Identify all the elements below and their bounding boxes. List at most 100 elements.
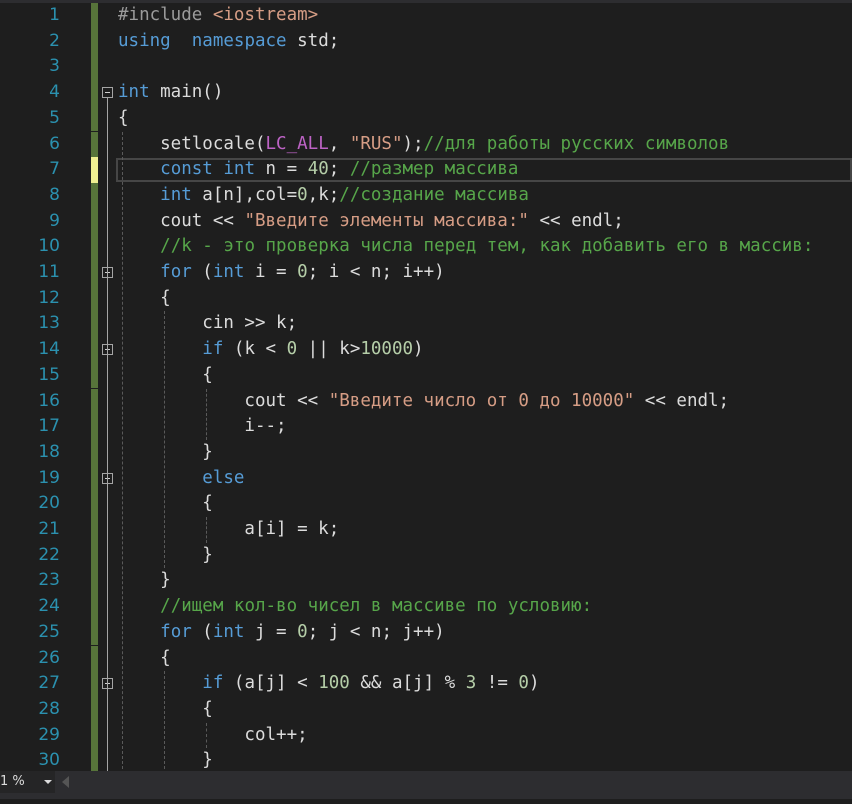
code-line[interactable]: 16 cout << "Введите число от 0 до 10000"…	[0, 388, 852, 415]
code-text: else	[118, 466, 244, 492]
number-token: 0	[297, 184, 308, 205]
code-token: (	[191, 262, 213, 282]
zoom-level-dropdown[interactable]: 1 %	[0, 771, 55, 793]
line-number: 10	[38, 236, 60, 257]
code-text: a[i] = k;	[118, 517, 339, 543]
change-indicator	[91, 465, 98, 492]
code-line[interactable]: 18 }	[0, 439, 852, 466]
code-line[interactable]: 25 for (int j = 0; j < n; j++)	[0, 619, 852, 646]
code-text: const int n = 40; //размер массива	[118, 157, 518, 183]
code-line[interactable]: 13 cin >> k;	[0, 311, 852, 338]
change-indicator	[91, 234, 98, 260]
collapse-toggle-icon[interactable]	[102, 87, 113, 99]
code-token: {	[118, 287, 171, 308]
code-text: cout << "Введите число от 0 до 10000" <<…	[118, 389, 729, 415]
keyword-token: int	[118, 82, 150, 103]
code-token: ; j < n; j++)	[307, 621, 445, 642]
code-line[interactable]: 14 if (k < 0 || k>10000)	[0, 337, 852, 363]
code-line[interactable]: 20 {	[0, 491, 852, 517]
code-token: setlocale(	[118, 133, 266, 154]
code-line[interactable]: 19 else	[0, 465, 852, 492]
code-token: << endl;	[528, 210, 624, 231]
code-line[interactable]: 10 //k - это проверка числа перед тем, к…	[0, 234, 852, 260]
code-line[interactable]: 4 int main()	[0, 80, 852, 106]
code-line[interactable]: 28 {	[0, 696, 852, 723]
code-text: //ищем кол-во чисел в массиве по условию…	[118, 594, 592, 620]
line-number: 29	[38, 724, 60, 745]
code-token: ; i < n; i++)	[307, 262, 445, 282]
line-number: 15	[38, 364, 60, 385]
code-token: (a[j] <	[223, 673, 319, 694]
code-line[interactable]: 22 }	[0, 542, 852, 569]
change-indicator	[91, 671, 98, 697]
code-line[interactable]: 26 {	[0, 645, 852, 672]
comment-token: //k - это проверка числа перед тем, как …	[160, 236, 814, 257]
line-number: 18	[38, 441, 60, 462]
code-token: || k>	[297, 339, 361, 360]
change-indicator	[91, 54, 98, 81]
comment-token: //для работы русских символов	[423, 133, 730, 154]
code-line[interactable]: 8 int a[n],col=0,k;//создание массива	[0, 182, 852, 209]
change-indicator	[91, 311, 98, 338]
line-number: 1	[49, 5, 60, 25]
line-number: 19	[38, 467, 60, 488]
code-token: {	[118, 698, 213, 719]
code-line[interactable]: 3	[0, 54, 852, 81]
code-text: i--;	[118, 414, 286, 440]
code-token: ;	[328, 159, 350, 180]
code-token: cout <<	[118, 390, 329, 411]
code-line[interactable]: 9 cout << "Введите элементы массива:" <<…	[0, 208, 852, 235]
code-editor[interactable]: 1 #include <iostream> 2 using namespace std…	[0, 3, 852, 771]
code-token: (	[191, 621, 213, 642]
indent-guide	[206, 722, 208, 749]
code-line[interactable]: 29 col++;	[0, 722, 852, 749]
code-line[interactable]: 30 }	[0, 748, 852, 771]
code-token: {	[118, 107, 129, 128]
code-text: }	[118, 748, 213, 771]
number-token: 40	[307, 159, 329, 180]
code-token: ,k;	[307, 184, 340, 205]
line-number: 22	[38, 544, 60, 565]
change-indicator	[91, 748, 98, 771]
code-text: using namespace std;	[118, 29, 339, 55]
code-line[interactable]: 24 //ищем кол-во чисел в массиве по усло…	[0, 594, 852, 620]
horizontal-scrollbar[interactable]	[0, 799, 852, 804]
fold-region-line	[107, 98, 108, 771]
code-line[interactable]: 15 {	[0, 362, 852, 389]
keyword-token: int	[212, 262, 245, 282]
code-line[interactable]: 1 #include <iostream>	[0, 3, 852, 29]
code-line[interactable]: 21 a[i] = k;	[0, 517, 852, 543]
change-indicator	[91, 28, 98, 55]
code-text: #include <iostream>	[118, 3, 318, 29]
code-line[interactable]: 23 }	[0, 568, 852, 595]
line-number: 3	[49, 56, 60, 77]
line-number: 13	[38, 313, 60, 334]
string-token: "Введите элементы массива:"	[244, 210, 529, 231]
line-number: 17	[38, 416, 60, 437]
code-line[interactable]: 5{	[0, 105, 852, 132]
code-token: cin >> k;	[118, 313, 298, 334]
code-token: {	[118, 364, 213, 385]
code-text: }	[118, 543, 213, 569]
scroll-left-arrow-icon[interactable]	[62, 776, 69, 788]
code-line[interactable]: 12 {	[0, 285, 852, 312]
number-token: 3	[465, 673, 477, 694]
zoom-level-value: 1 %	[0, 774, 25, 789]
line-number: 4	[49, 82, 60, 103]
code-line[interactable]: 27 if (a[j] < 100 && a[j] % 3 != 0)	[0, 671, 852, 697]
indent-guide	[164, 311, 166, 569]
code-line[interactable]: 11 for (int i = 0; i < n; i++)	[0, 260, 852, 286]
keyword-token: const	[160, 159, 213, 180]
change-indicator	[91, 260, 98, 286]
code-token: col++;	[118, 724, 308, 745]
editor-bottom-bar: 1 %	[0, 771, 852, 804]
change-indicator	[91, 285, 98, 312]
code-text: int a[n],col=0,k;//создание массива	[118, 183, 529, 209]
code-line[interactable]: 6 setlocale(LC_ALL, "RUS");//для работы …	[0, 131, 852, 158]
code-line[interactable]: 2 using namespace std;	[0, 28, 852, 55]
code-line[interactable]: 7 const int n = 40; //размер массива	[0, 157, 852, 183]
code-line[interactable]: 17 i--;	[0, 414, 852, 440]
